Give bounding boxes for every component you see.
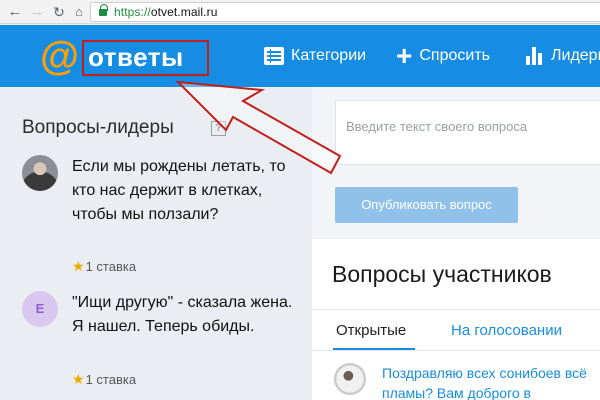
members-questions-card: Вопросы участников Открытые На голосован… — [312, 239, 600, 400]
list-icon — [264, 47, 284, 65]
leaders-title: Вопросы-лидеры — [22, 117, 174, 138]
stake-count: ★1 ставка — [72, 371, 137, 387]
section-title: Вопросы участников — [332, 261, 552, 287]
question-placeholder: Введите текст своего вопроса — [346, 119, 528, 134]
forward-arrow-icon[interactable]: → — [28, 3, 46, 21]
tab-voting[interactable]: На голосовании — [451, 322, 562, 339]
question-text[interactable]: "Ищи другую" - сказала жена. Я нашел. Те… — [72, 291, 302, 339]
main-column: Введите текст своего вопроса Опубликоват… — [312, 87, 600, 400]
avatar[interactable] — [334, 363, 366, 395]
avatar[interactable]: E — [22, 291, 58, 327]
stake-count: ★1 ставка — [72, 258, 137, 274]
nav-ask[interactable]: + Спросить — [396, 25, 490, 87]
star-icon: ★ — [72, 371, 85, 387]
question-input[interactable]: Введите текст своего вопроса — [335, 100, 600, 165]
bar-chart-icon — [526, 47, 544, 65]
browser-toolbar: ← → ↻ ⌂ https://otvet.mail.ru — [0, 0, 600, 24]
avatar[interactable] — [22, 155, 58, 191]
nav-categories[interactable]: Категории — [264, 25, 366, 87]
tab-open[interactable]: Открытые — [336, 322, 406, 339]
home-icon[interactable]: ⌂ — [70, 3, 88, 21]
question-text[interactable]: Если мы рождены летать, то кто нас держи… — [72, 155, 302, 227]
site-header: @ ответы Категории + Спросить Лидеры — [0, 25, 600, 87]
reload-icon[interactable]: ↻ — [50, 3, 68, 21]
plus-icon: + — [396, 40, 413, 71]
address-bar[interactable]: https://otvet.mail.ru — [90, 2, 600, 22]
star-icon: ★ — [72, 258, 85, 274]
divider — [312, 350, 600, 351]
help-icon[interactable]: ? — [211, 121, 226, 136]
logo-at-icon[interactable]: @ — [40, 34, 79, 78]
back-arrow-icon[interactable]: ← — [6, 3, 24, 21]
divider — [312, 309, 600, 310]
publish-question-button[interactable]: Опубликовать вопрос — [335, 187, 518, 223]
address-url: https://otvet.mail.ru — [114, 5, 218, 19]
feed-question-link[interactable]: Поздравляю всех сонибоев всё пламы? Вам … — [382, 363, 600, 400]
nav-leaders[interactable]: Лидеры — [526, 25, 600, 87]
lock-icon — [99, 4, 108, 17]
leaders-column: Вопросы-лидеры ? Если мы рождены летать,… — [0, 87, 312, 400]
logo-text[interactable]: ответы — [88, 41, 184, 73]
